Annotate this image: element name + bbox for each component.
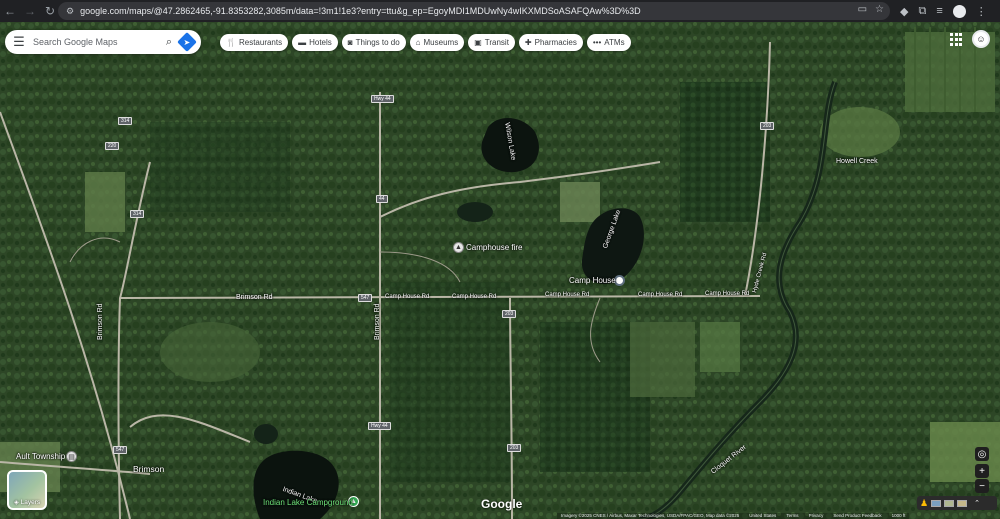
restaurant-icon: 🍴 [226,38,236,47]
site-info-icon[interactable]: ⚙ [66,6,74,17]
road-shield: 314 [130,210,145,218]
chip-restaurants[interactable]: 🍴 Restaurants [220,34,289,51]
chrome-menu-icon[interactable]: ⋮ [976,5,987,18]
road-shield: Hwy 44 [371,95,394,103]
reload-icon[interactable]: ↻ [40,0,60,22]
road-label: Camp House Rd [452,294,497,300]
privacy-link[interactable]: Privacy [809,513,824,519]
road-shield: 220 [105,142,120,150]
google-apps-icon[interactable] [950,33,964,47]
extensions-puzzle-icon[interactable]: ⧉ [918,5,926,18]
chip-atms[interactable]: ••• ATMs [586,34,631,51]
road-label: Brimson Rd [97,303,104,340]
imagery-credit: Imagery ©2025 CNES / Airbus, Maxar Techn… [561,513,740,518]
chip-pharmacies[interactable]: ✚ Pharmacies [518,34,583,51]
google-logo: Google [481,497,523,511]
menu-icon[interactable]: ☰ [5,34,33,50]
road-shield: 547 [358,294,373,302]
chip-museums[interactable]: ⌂ Museums [409,34,465,51]
poi-label[interactable]: Indian Lake Campground [263,498,353,507]
browser-toolbar: ← → ↻ ⚙ google.com/maps/@47.2862465,-91.… [0,0,1000,22]
township-icon[interactable]: ▤ [66,451,77,462]
url-text: google.com/maps/@47.2862465,-91.8353282,… [80,6,641,16]
road-label: Camp House Rd [638,292,683,298]
road-label: Camp House Rd [385,294,430,300]
road-shield: 547 [113,446,128,454]
account-avatar[interactable]: ☺ [972,30,990,48]
pegman-icon[interactable]: ♟ [920,498,928,509]
scale-bar[interactable]: 1000 ft [892,513,906,519]
camera-icon: ◙ [347,38,353,47]
category-chips: 🍴 Restaurants ▬ Hotels ◙ Things to do ⌂ Muse… [220,34,631,51]
street-view-bar: ♟ ⌃ [917,496,997,510]
chip-hotels[interactable]: ▬ Hotels [292,34,338,51]
search-input[interactable]: Search Google Maps [33,37,158,47]
photo-thumbnail[interactable] [944,499,955,507]
chip-label: Hotels [309,38,332,47]
bookmark-star-icon[interactable]: ☆ [875,4,884,15]
road-shield: 203 [760,122,775,130]
road-label: Brimson Rd [236,294,273,301]
photo-thumbnail[interactable] [957,499,968,507]
creek-label: Howell Creek [836,158,878,165]
layers-icon: ◈ [13,499,19,506]
crosshair-icon: ◎ [977,448,987,460]
chip-label: ATMs [604,38,625,47]
zoom-in-button[interactable]: + [975,464,989,478]
profile-avatar[interactable] [952,4,966,18]
attribution-bar: Imagery ©2025 CNES / Airbus, Maxar Techn… [557,513,910,519]
search-box[interactable]: ☰ Search Google Maps ⌕ ➤ [5,30,201,54]
chip-label: Museums [423,38,459,47]
satellite-imagery [0,22,1000,519]
chip-things-to-do[interactable]: ◙ Things to do [341,34,406,51]
layers-label: Layers [20,499,41,506]
media-icon[interactable]: ≡ [936,5,942,17]
road-shield: 44 [376,195,388,203]
road-shield: Hwy 44 [368,422,391,430]
directions-icon[interactable]: ➤ [177,32,197,52]
museum-icon: ⌂ [415,38,421,47]
feedback-link[interactable]: Send Product Feedback [833,513,881,519]
expand-icon[interactable]: ⌃ [974,499,980,507]
extension-icon[interactable]: ◆ [900,5,908,18]
forward-icon[interactable]: → [20,0,40,22]
terms-link[interactable]: Terms [786,513,798,519]
town-label[interactable]: Brimson [133,464,164,474]
fire-icon[interactable]: ▲ [453,242,464,253]
my-location-button[interactable]: ◎ [975,447,989,461]
address-bar[interactable]: ⚙ google.com/maps/@47.2862465,-91.835328… [58,2,890,20]
poi-label[interactable]: Ault Township [16,452,65,461]
poi-label[interactable]: Camp House [569,276,616,285]
road-shield: 203 [507,444,522,452]
chip-label: Transit [484,38,509,47]
photo-thumbnail[interactable] [931,499,942,507]
back-icon[interactable]: ← [0,0,20,22]
chip-label: Things to do [355,38,400,47]
zoom-out-button[interactable]: − [975,479,989,493]
road-label: Brimson Rd [374,303,381,340]
road-label: Camp House Rd [545,292,590,298]
layers-button[interactable]: ◈ Layers [7,470,47,510]
country-link[interactable]: United States [749,513,776,519]
road-label: Camp House Rd [705,291,750,297]
chip-transit[interactable]: ▣ Transit [468,34,515,51]
pharmacy-icon: ✚ [524,38,532,47]
hotel-icon: ▬ [298,38,307,47]
chip-label: Pharmacies [534,38,577,47]
road-shield: 203 [502,310,517,318]
transit-icon: ▣ [474,38,482,47]
chip-label: Restaurants [238,38,283,47]
satellite-map[interactable]: ☰ Search Google Maps ⌕ ➤ 🍴 Restaurants ▬ H… [0,22,1000,519]
poi-label[interactable]: Camphouse fire [466,243,522,252]
road-shield: 314 [118,117,133,125]
cast-icon[interactable]: ▭ [858,4,867,15]
atm-icon: ••• [592,38,602,47]
